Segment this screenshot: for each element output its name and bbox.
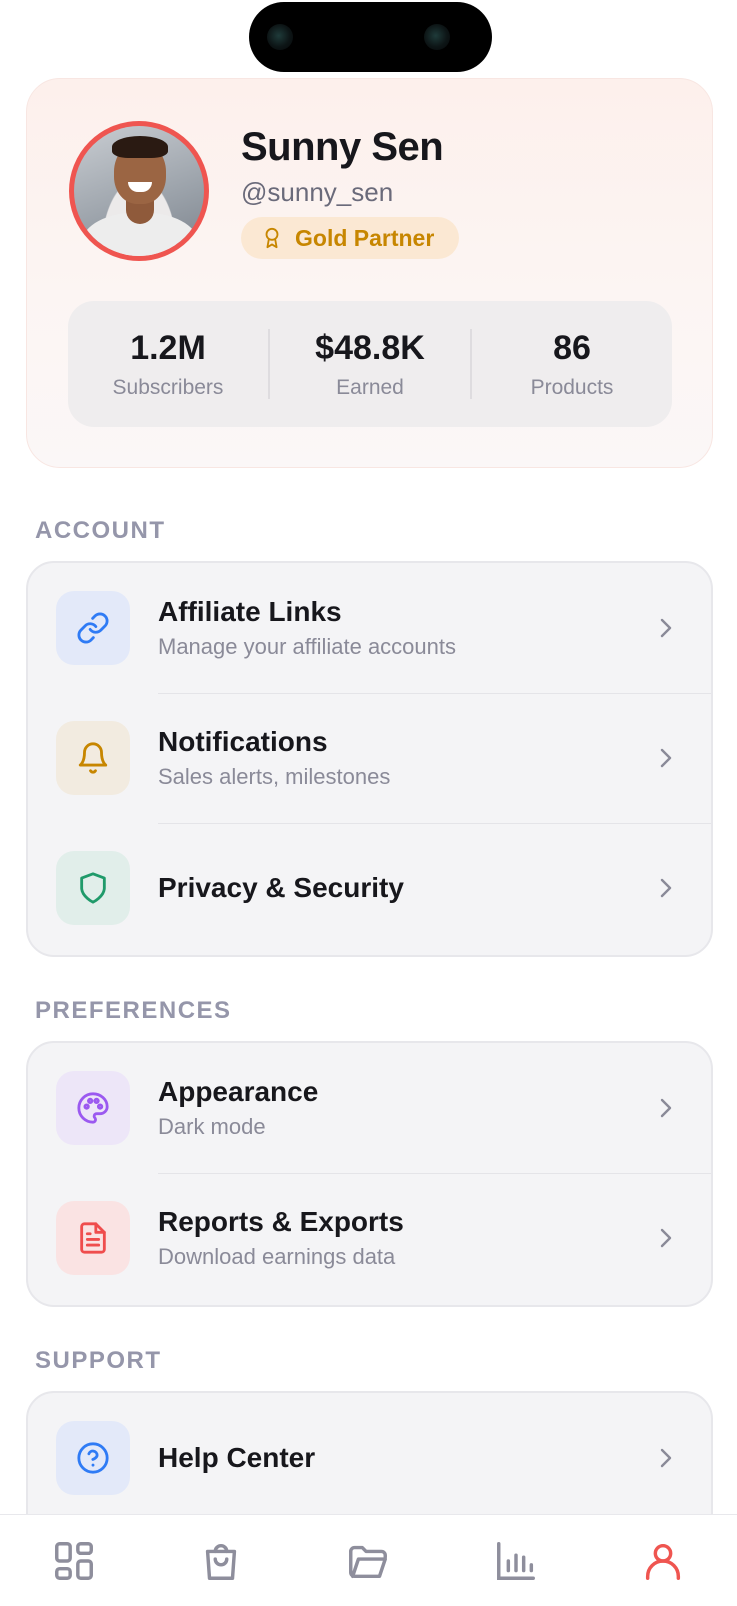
menu-item-notifications[interactable]: Notifications Sales alerts, milestones [28,693,711,823]
avatar-hair [112,136,168,158]
tab-shop[interactable] [191,1531,251,1591]
palette-icon [77,1092,109,1124]
award-icon [265,227,279,249]
shield-icon [80,872,106,904]
stat-value: 86 [553,328,591,367]
tab-dashboard[interactable] [44,1531,104,1591]
partner-badge: Gold Partner [241,217,459,259]
section-label-preferences: PREFERENCES [35,997,232,1024]
avatar[interactable] [69,121,209,261]
menu-item-texts: Affiliate Links Manage your affiliate ac… [158,596,456,660]
menu-item-title: Appearance [158,1076,319,1107]
stat-label: Earned [336,375,404,399]
icon-tile [56,721,130,795]
tab-bar [0,1514,737,1606]
menu-item-texts: Help Center [158,1442,315,1474]
bar-chart-icon [496,1541,535,1580]
menu-item-appearance[interactable]: Appearance Dark mode [28,1043,711,1173]
menu-item-subtitle: Manage your affiliate accounts [158,634,456,659]
chevron-right-icon [660,1098,672,1118]
profile-screen: Sunny Sen @sunny_sen Gold Partner 1.2M S… [0,0,737,1606]
stat-subscribers: 1.2M Subscribers [68,301,268,427]
bell-icon [78,742,108,774]
chevron-right-icon [660,1228,672,1248]
icon-tile [56,1421,130,1495]
profile-name: Sunny Sen [241,125,444,169]
menu-item-affiliate-links[interactable]: Affiliate Links Manage your affiliate ac… [28,563,711,693]
account-group: Affiliate Links Manage your affiliate ac… [26,561,713,957]
stat-value: 1.2M [130,328,206,367]
icon-tile [56,1201,130,1275]
folder-icon [349,1545,388,1578]
profile-card: Sunny Sen @sunny_sen Gold Partner 1.2M S… [26,78,713,468]
stat-label: Subscribers [112,375,224,399]
chevron-right-icon [660,748,672,768]
menu-item-texts: Notifications Sales alerts, milestones [158,726,390,790]
icon-tile [56,851,130,925]
menu-item-texts: Reports & Exports Download earnings data [158,1206,404,1270]
menu-item-privacy-security[interactable]: Privacy & Security [28,823,711,953]
tab-files[interactable] [338,1531,398,1591]
dynamic-island [249,2,492,72]
menu-item-title: Privacy & Security [158,872,404,903]
menu-item-title: Reports & Exports [158,1206,404,1237]
help-icon [77,1442,109,1474]
shopping-bag-icon [205,1543,237,1580]
partner-badge-label: Gold Partner [295,224,435,251]
chevron-right-icon [660,618,672,638]
stat-value: $48.8K [315,328,425,367]
menu-item-subtitle: Sales alerts, milestones [158,764,391,789]
chevron-right-icon [660,878,672,898]
menu-item-title: Affiliate Links [158,596,342,627]
profile-icon [646,1543,681,1580]
menu-item-texts: Privacy & Security [158,872,404,904]
chevron-right-icon [660,1448,672,1468]
stats-bar: 1.2M Subscribers $48.8K Earned 86 Produc… [68,301,672,427]
menu-item-reports-exports[interactable]: Reports & Exports Download earnings data [28,1173,711,1303]
menu-item-texts: Appearance Dark mode [158,1076,318,1140]
tab-profile[interactable] [633,1531,693,1591]
dashboard-icon [54,1541,93,1580]
tab-analytics[interactable] [486,1531,546,1591]
menu-item-subtitle: Dark mode [158,1114,266,1139]
profile-handle: @sunny_sen [241,177,394,207]
stat-earned: $48.8K Earned [270,301,470,427]
section-label-support: SUPPORT [35,1347,162,1374]
menu-item-help-center[interactable]: Help Center [28,1393,711,1523]
section-label-account: ACCOUNT [35,517,166,544]
menu-item-title: Notifications [158,726,328,757]
camera-lens [267,24,293,50]
stat-label: Products [530,375,614,399]
icon-tile [56,591,130,665]
menu-item-title: Help Center [158,1442,316,1473]
stat-products: 86 Products [472,301,672,427]
sensor-lens [424,24,450,50]
preferences-group: Appearance Dark mode Reports & Exports D… [26,1041,713,1307]
menu-item-subtitle: Download earnings data [158,1244,396,1269]
link-icon [77,612,109,644]
document-icon [80,1222,106,1254]
icon-tile [56,1071,130,1145]
